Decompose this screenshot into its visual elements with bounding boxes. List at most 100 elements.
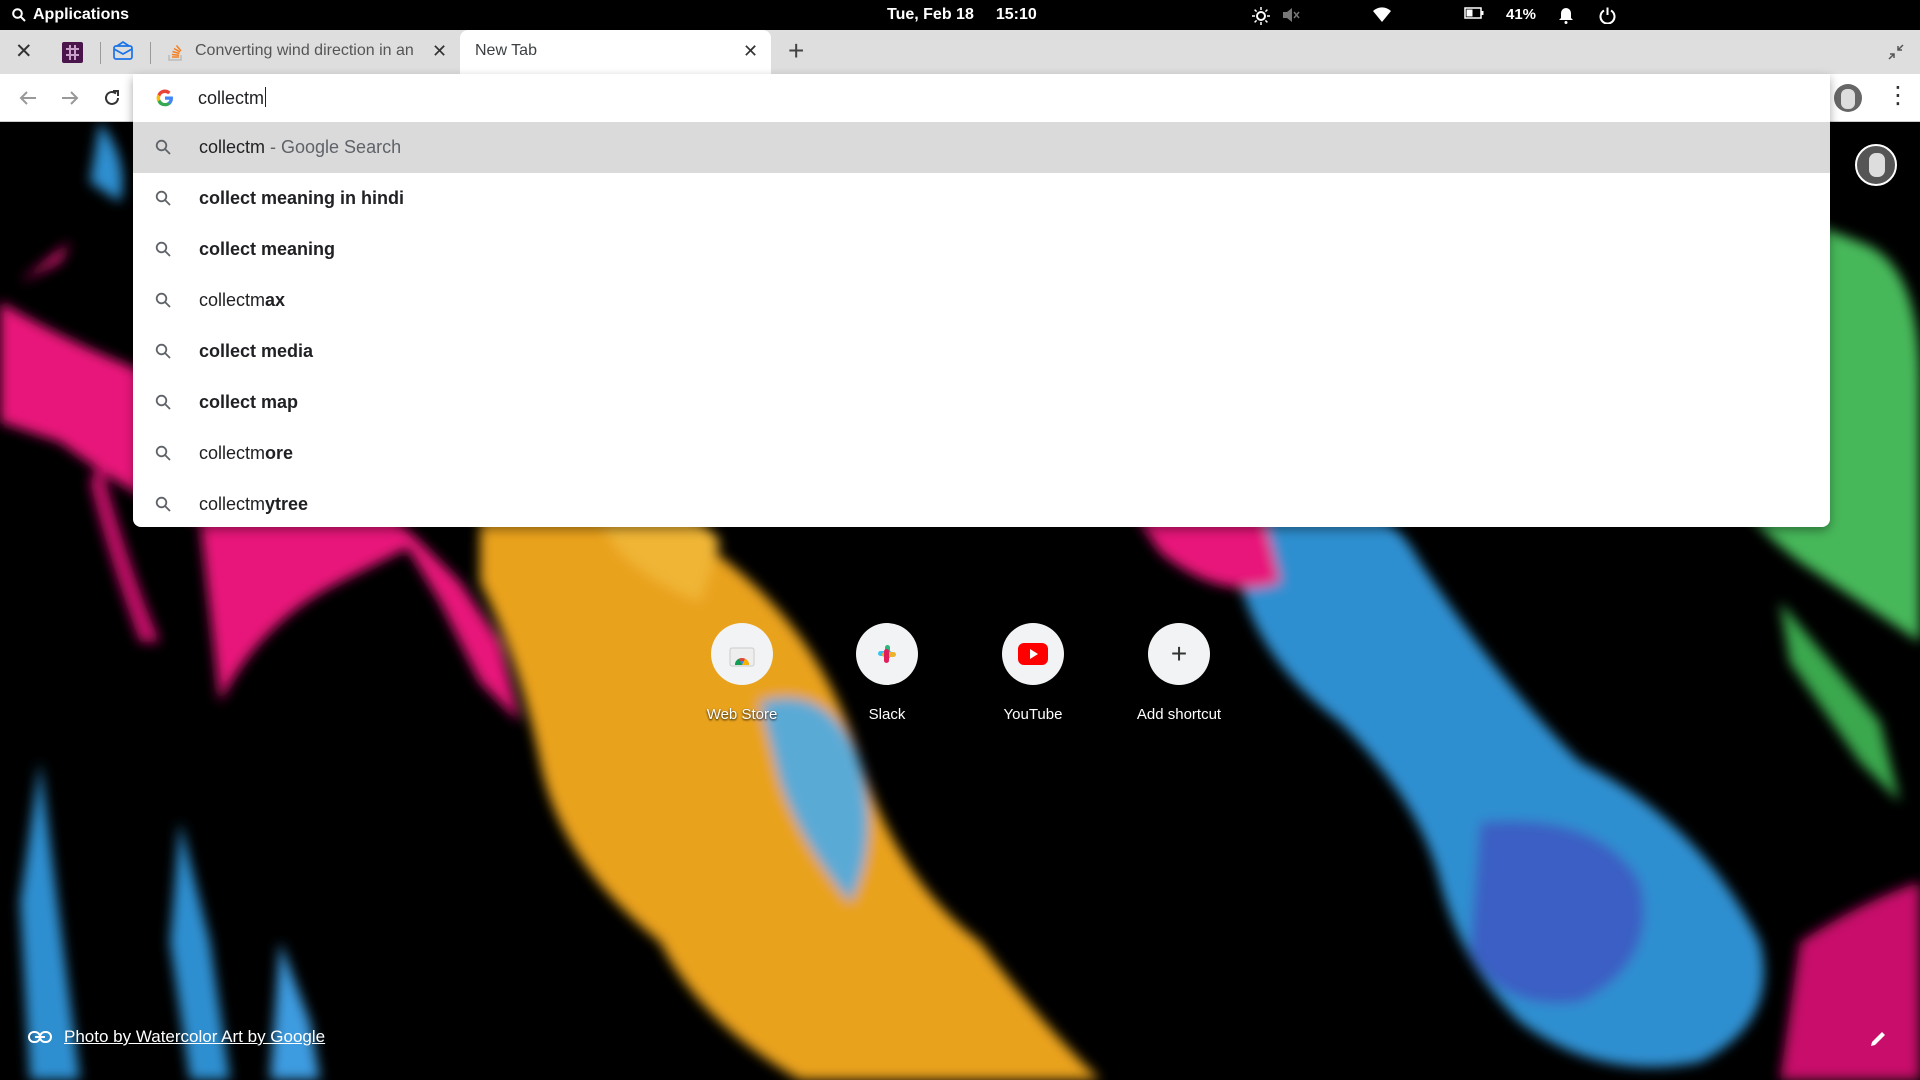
suggestion-text: collectmore xyxy=(199,443,293,464)
avatar xyxy=(1841,89,1855,109)
applications-menu[interactable]: Applications xyxy=(12,6,129,24)
shortcut-icon-circle xyxy=(711,623,773,685)
search-icon xyxy=(12,8,26,22)
suggestion-row[interactable]: collect meaning xyxy=(133,224,1830,275)
suggestion-bold: ore xyxy=(265,443,294,463)
notification-bell-icon[interactable] xyxy=(1558,7,1574,24)
suggestion-row[interactable]: collectm - Google Search xyxy=(133,122,1830,173)
shortcut-label: Add shortcut xyxy=(1136,706,1222,723)
new-tab-plus-icon[interactable]: + xyxy=(788,35,804,67)
suggestion-bold: ax xyxy=(265,290,286,310)
suggestion-text: collectmax xyxy=(199,290,285,311)
date-label: Tue, Feb 18 xyxy=(887,6,974,23)
reload-icon xyxy=(105,90,119,105)
profile-avatar[interactable] xyxy=(1834,84,1862,112)
avatar xyxy=(1869,153,1885,177)
suggestion-bold: collect meaning xyxy=(199,239,336,259)
suggestion-plain: collectm xyxy=(199,494,266,514)
slack-icon xyxy=(62,42,83,63)
power-icon[interactable] xyxy=(1599,7,1616,24)
close-window-icon[interactable]: ✕ xyxy=(15,39,33,64)
suggestion-bold: collect map xyxy=(199,392,299,412)
suggestion-text: collect meaning xyxy=(199,239,335,260)
suggestion-text: collectmytree xyxy=(199,494,308,515)
link-icon xyxy=(28,1031,52,1043)
search-icon xyxy=(155,292,171,308)
tab-slack[interactable] xyxy=(60,40,86,66)
back-arrow-icon xyxy=(19,91,36,105)
shortcut-youtube[interactable]: YouTube xyxy=(968,623,1098,723)
background-credit-link[interactable]: Photo by Watercolor Art by Google xyxy=(64,1027,325,1047)
clock[interactable]: Tue, Feb 18 15:10 xyxy=(887,6,1037,24)
volume-muted-icon[interactable] xyxy=(1282,7,1300,23)
forward-arrow-icon xyxy=(62,91,79,105)
ntp-profile-avatar[interactable] xyxy=(1855,144,1897,186)
reload-button[interactable] xyxy=(98,84,126,112)
youtube-icon xyxy=(1018,643,1048,665)
back-button[interactable] xyxy=(14,84,42,112)
search-icon xyxy=(155,496,171,512)
suggestion-text: collect map xyxy=(199,392,298,413)
suggestion-row[interactable]: collect media xyxy=(133,326,1830,377)
tab-new-tab[interactable]: New Tab ✕ xyxy=(460,30,771,74)
suggestion-text: collect media xyxy=(199,341,313,362)
battery-icon[interactable] xyxy=(1464,7,1484,19)
suggestion-bold: ytree xyxy=(265,494,309,514)
omnibox-input-row[interactable]: collectm xyxy=(133,74,1830,122)
close-tab-icon[interactable]: ✕ xyxy=(743,41,758,62)
omnibox-input[interactable]: collectm xyxy=(198,87,267,109)
applications-label: Applications xyxy=(33,6,130,23)
suggestion-row[interactable]: collectmore xyxy=(133,428,1830,479)
suggestion-description: - Google Search xyxy=(265,137,402,157)
system-top-bar: Applications Tue, Feb 18 15:10 41% xyxy=(0,0,1920,30)
stackoverflow-icon xyxy=(168,45,182,61)
search-icon xyxy=(155,139,171,155)
suggestion-plain: collectm xyxy=(199,137,266,157)
omnibox-query-text: collectm xyxy=(198,88,265,108)
tab-title: New Tab xyxy=(475,42,537,59)
shortcut-icon-circle xyxy=(856,623,918,685)
shortcut-label: Slack xyxy=(868,706,906,723)
tab-stackoverflow[interactable]: Converting wind direction in an ✕ xyxy=(160,30,456,74)
plus-icon: + xyxy=(1170,638,1188,669)
search-icon xyxy=(155,190,171,206)
suggestion-plain: collectm xyxy=(199,443,266,463)
tab-title: Converting wind direction in an xyxy=(195,42,414,59)
shortcut-label: YouTube xyxy=(1003,706,1063,723)
forward-button[interactable] xyxy=(56,84,84,112)
tab-strip: ✕ Converting wind direction in an ✕ New … xyxy=(0,30,1920,74)
battery-percent: 41% xyxy=(1506,6,1537,23)
suggestion-bold: collect meaning in hindi xyxy=(199,188,405,208)
time-label: 15:10 xyxy=(995,6,1037,23)
suggestion-bold: collect media xyxy=(199,341,314,361)
search-icon xyxy=(155,445,171,461)
suggestion-row[interactable]: collectmax xyxy=(133,275,1830,326)
shortcut-web-store[interactable]: Web Store xyxy=(677,623,807,723)
brightness-icon[interactable] xyxy=(1252,7,1270,25)
tab-mail[interactable] xyxy=(112,40,138,66)
wifi-icon[interactable] xyxy=(1373,7,1391,22)
suggestion-plain: collectm xyxy=(199,290,266,310)
restore-window-icon[interactable] xyxy=(1888,44,1904,60)
search-icon xyxy=(155,343,171,359)
webstore-icon xyxy=(729,647,755,667)
background-credit[interactable]: Photo by Watercolor Art by Google xyxy=(28,1027,325,1047)
shortcut-icon-circle xyxy=(1002,623,1064,685)
omnibox-dropdown: collectm collectm - Google Search collec… xyxy=(133,74,1830,527)
mail-icon xyxy=(113,40,133,60)
slack-icon xyxy=(878,645,896,663)
suggestion-row[interactable]: collectmytree xyxy=(133,479,1830,527)
menu-kebab-icon[interactable]: ⋮ xyxy=(1886,82,1910,110)
customize-pencil-icon[interactable] xyxy=(1869,1030,1887,1048)
text-caret xyxy=(265,87,267,107)
close-tab-icon[interactable]: ✕ xyxy=(432,41,447,62)
suggestion-row[interactable]: collect map xyxy=(133,377,1830,428)
suggestion-text: collect meaning in hindi xyxy=(199,188,404,209)
shortcut-icon-circle: + xyxy=(1148,623,1210,685)
suggestion-row[interactable]: collect meaning in hindi xyxy=(133,173,1830,224)
shortcut-slack[interactable]: Slack xyxy=(822,623,952,723)
search-icon xyxy=(155,241,171,257)
google-g-icon xyxy=(156,89,173,107)
search-icon xyxy=(155,394,171,410)
shortcut-add[interactable]: + Add shortcut xyxy=(1114,623,1244,723)
